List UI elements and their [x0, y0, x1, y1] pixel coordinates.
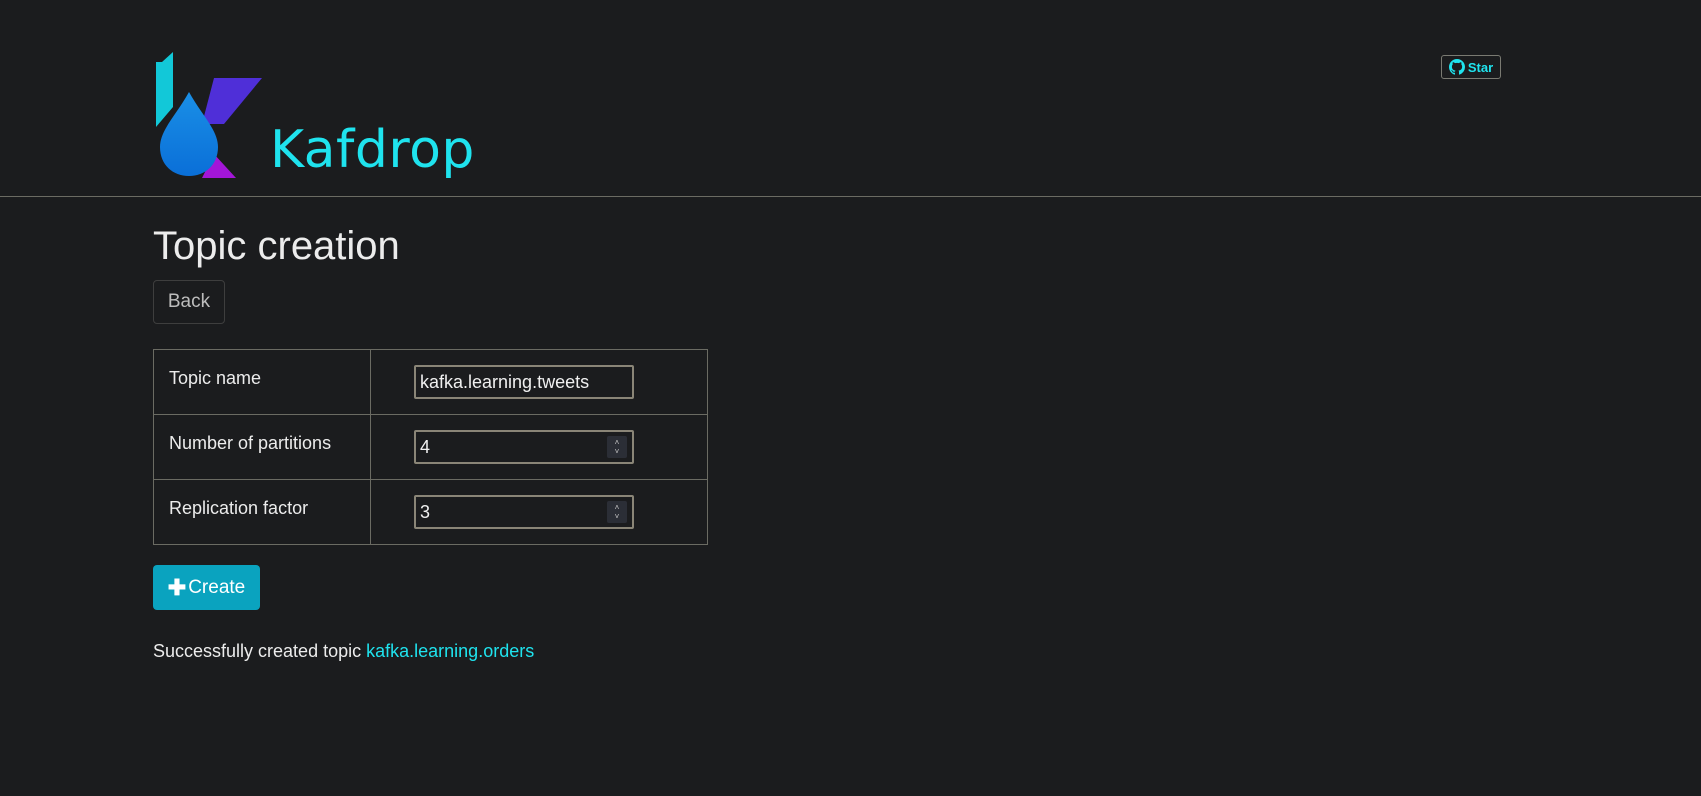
topic-form-table: Topic name Number of partitions ˄ ˅ [153, 349, 708, 545]
plus-icon: ✚ [167, 574, 187, 600]
github-star-button[interactable]: Star [1441, 55, 1501, 79]
topic-name-label: Topic name [153, 349, 371, 415]
topic-name-input[interactable] [420, 371, 628, 393]
create-button[interactable]: ✚ Create [153, 565, 260, 610]
replication-input[interactable] [420, 501, 628, 523]
back-button[interactable]: Back [153, 280, 225, 324]
github-icon [1448, 59, 1465, 75]
chevron-down-icon[interactable]: ˅ [615, 512, 620, 521]
kafdrop-logo [156, 52, 262, 178]
chevron-up-icon[interactable]: ˄ [615, 503, 620, 512]
star-label: Star [1467, 59, 1494, 75]
table-row: Topic name [153, 349, 708, 415]
status-message: Successfully created topic kafka.learnin… [153, 641, 708, 662]
partitions-label: Number of partitions [153, 414, 371, 480]
table-row: Number of partitions ˄ ˅ [153, 414, 708, 480]
main-content: Topic creation Back Topic name Number of… [153, 224, 708, 662]
brand-name: Kafdrop [270, 120, 475, 180]
page-title: Topic creation [153, 224, 400, 268]
chevron-down-icon[interactable]: ˅ [615, 447, 620, 456]
status-text: Successfully created topic [153, 641, 362, 661]
replication-label: Replication factor [153, 479, 371, 545]
partitions-stepper[interactable]: ˄ ˅ [607, 436, 627, 458]
page-header: Kafdrop Star [0, 0, 1701, 197]
created-topic-link[interactable]: kafka.learning.orders [366, 641, 534, 661]
chevron-up-icon[interactable]: ˄ [615, 438, 620, 447]
create-label: Create [188, 576, 246, 598]
partitions-input[interactable] [420, 436, 628, 458]
replication-stepper[interactable]: ˄ ˅ [607, 501, 627, 523]
table-row: Replication factor ˄ ˅ [153, 479, 708, 545]
